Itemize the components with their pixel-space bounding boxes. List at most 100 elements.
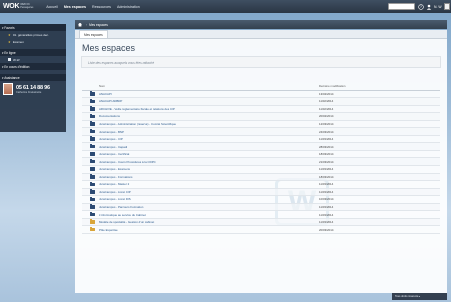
top-right-tools: ? N. W — [418, 3, 450, 10]
folder-icon — [90, 136, 95, 141]
last-modified-date: 10/03/2014 — [319, 197, 334, 202]
last-modified-date: 12/03/2014 — [319, 121, 334, 126]
app-logo[interactable]: WOK WEB OK Pessageries — [3, 3, 34, 10]
folder-icon — [90, 174, 95, 179]
folder-icon — [90, 98, 95, 104]
table-row[interactable]: JuraCampus - Parcours Formation 11/03/201… — [82, 203, 440, 212]
top-navigation-bar: WOK WEB OK Pessageries Accueil Mes espac… — [0, 0, 451, 13]
nav-ressources[interactable]: Ressources — [92, 5, 111, 9]
svg-text:?: ? — [420, 5, 422, 9]
folder-icon — [90, 181, 95, 187]
table-row[interactable]: Pôle Expertise 20/03/2014 — [82, 226, 440, 234]
table-row[interactable]: JuraCampus - Formations 18/03/2014 — [82, 173, 440, 182]
user-icon[interactable] — [426, 4, 432, 10]
sidebar-item-label: 01. généralités primes dec. — [12, 32, 49, 37]
breadcrumb: › Mes espaces — [75, 20, 447, 29]
sidebar-section-favoris[interactable]: Favoris — [0, 24, 66, 31]
column-header-name[interactable]: Nom — [99, 84, 319, 88]
space-name-link[interactable]: JuraCampus - Parcours Formation — [99, 205, 319, 209]
table-row[interactable]: JuraCampus - Livret DIS 10/03/2014 — [82, 196, 440, 204]
folder-icon — [90, 227, 95, 232]
table-row[interactable]: JuraCampus - Master 2 11/03/2014 — [82, 181, 440, 189]
table-row[interactable]: JuraCampus - BNP 24/03/2014 — [82, 128, 440, 136]
folder-icon — [90, 219, 95, 224]
space-name-link[interactable]: JuraCampus - Livret DIS — [99, 197, 319, 201]
user-status-icon — [8, 58, 11, 61]
nav-accueil[interactable]: Accueil — [46, 5, 58, 9]
breadcrumb-item[interactable]: Mes espaces — [89, 23, 108, 27]
last-modified-date: 20/02/2014 — [319, 114, 334, 119]
folder-icon — [90, 159, 95, 164]
table-row[interactable]: JuraCampus - Administration (réservé) - … — [82, 121, 440, 129]
intro-text: Liste des espaces auxquels vous êtes rat… — [81, 56, 441, 68]
spaces-table: Nom Dernière modification ANACAPI 13/02/2… — [82, 84, 440, 234]
table-row[interactable]: JuraCampus - Cours Procédures à la CDPC 2… — [82, 158, 440, 166]
space-name-link[interactable]: JuraCampus - CIP — [99, 137, 319, 141]
sidebar-item-favori-2[interactable]: ★ Examen — [0, 38, 66, 45]
table-row[interactable]: JuraCampus - Certificat 18/03/2014 — [82, 151, 440, 159]
table-row[interactable]: ARCHIVE - Veille réglementaire fiscale e… — [82, 106, 440, 114]
footer-link[interactable]: Tous droits réservés ▸ — [392, 293, 447, 300]
sidebar-section-assistance[interactable]: Assistance — [0, 74, 66, 81]
sidebar: Favoris ★ 01. généralités primes dec. ★ … — [0, 24, 66, 132]
nav-administration[interactable]: Administration — [117, 5, 140, 9]
avatar[interactable] — [443, 3, 450, 10]
space-name-link[interactable]: JuraCampus - Livret CIP — [99, 190, 319, 194]
page-title: Mes espaces — [82, 43, 136, 53]
contact-photo — [3, 83, 13, 95]
nav-mes-espaces[interactable]: Mes espaces — [64, 5, 86, 9]
space-name-link[interactable]: JuraCampus - Administration (réservé) - … — [99, 122, 319, 126]
folder-icon — [90, 113, 95, 119]
space-name-link[interactable]: JuraCampus - Formations — [99, 175, 319, 179]
last-modified-date: 11/03/2014 — [319, 182, 334, 187]
table-row[interactable]: ANACAPI ADBDP 11/02/2014 — [82, 98, 440, 106]
home-icon[interactable] — [78, 22, 82, 27]
user-label[interactable]: N. W — [434, 5, 442, 9]
last-modified-date: 11/03/2014 — [319, 204, 334, 209]
last-modified-date: 20/03/2014 — [319, 227, 334, 232]
tab-mes-espaces[interactable]: Mes espaces — [79, 30, 108, 38]
space-name-link[interactable]: JuraCampus - Examens — [99, 167, 319, 171]
space-name-link[interactable]: ANACAPI — [99, 92, 319, 96]
table-body: ANACAPI 13/02/2014 ANACAPI ADBDP 11/02/2014… — [82, 91, 440, 234]
table-row[interactable]: JuraCampus - Capadi 28/03/2014 — [82, 143, 440, 151]
space-name-link[interactable]: JuraCampus - Certificat — [99, 152, 319, 156]
space-name-link[interactable]: Modèle de spécialité - Gestion d'un cabi… — [99, 220, 319, 224]
last-modified-date: 13/02/2014 — [319, 91, 334, 96]
folder-icon — [90, 196, 95, 202]
folder-icon — [90, 144, 95, 149]
folder-icon — [90, 166, 95, 172]
folder-icon — [90, 91, 95, 96]
sidebar-item-favori-1[interactable]: ★ 01. généralités primes dec. — [0, 31, 66, 38]
space-name-link[interactable]: JuraCampus - BNP — [99, 130, 319, 134]
table-row[interactable]: JuraCampus - Livret CIP 11/03/2014 — [82, 188, 440, 197]
table-row[interactable]: Documentations 20/02/2014 — [82, 113, 440, 121]
table-row[interactable]: ANACAPI 13/02/2014 — [82, 91, 440, 99]
space-name-link[interactable]: ANACAPI ADBDP — [99, 99, 319, 103]
last-modified-date: 11/03/2014 — [319, 167, 334, 172]
table-row[interactable]: Modèle de spécialité - Gestion d'un cabi… — [82, 218, 440, 227]
sidebar-item-online-user[interactable]: W-W — [0, 56, 66, 63]
folder-icon — [90, 151, 95, 156]
space-name-link[interactable]: JuraCampus - Capadi — [99, 145, 319, 149]
space-name-link[interactable]: ARCHIVE - Veille réglementaire fiscale e… — [99, 107, 319, 111]
table-row[interactable]: JuraCampus - Examens 11/03/2014 — [82, 166, 440, 174]
space-name-link[interactable]: L'informatique au service du Cabinet — [99, 213, 319, 217]
space-name-link[interactable]: JuraCampus - Cours Procédures à la CDPC — [99, 160, 319, 164]
table-row[interactable]: L'informatique au service du Cabinet 11/0… — [82, 211, 440, 219]
help-icon[interactable]: ? — [418, 3, 424, 10]
folder-icon — [90, 106, 95, 111]
last-modified-date: 11/02/2014 — [319, 99, 334, 104]
last-modified-date: 11/02/2014 — [319, 106, 334, 111]
sidebar-section-en-cours[interactable]: En cours d'édition — [0, 63, 66, 70]
contact-phone: 05 61 14 88 96 — [16, 84, 50, 91]
space-name-link[interactable]: Pôle Expertise — [99, 228, 319, 232]
space-name-link[interactable]: Documentations — [99, 114, 319, 118]
sidebar-section-en-ligne[interactable]: En ligne — [0, 49, 66, 56]
space-name-link[interactable]: JuraCampus - Master 2 — [99, 182, 319, 186]
folder-icon — [90, 189, 95, 194]
search-input[interactable] — [388, 3, 415, 10]
last-modified-date: 24/03/2014 — [319, 129, 334, 134]
table-row[interactable]: JuraCampus - CIP 11/03/2014 — [82, 136, 440, 144]
column-header-date[interactable]: Dernière modification — [319, 84, 345, 88]
